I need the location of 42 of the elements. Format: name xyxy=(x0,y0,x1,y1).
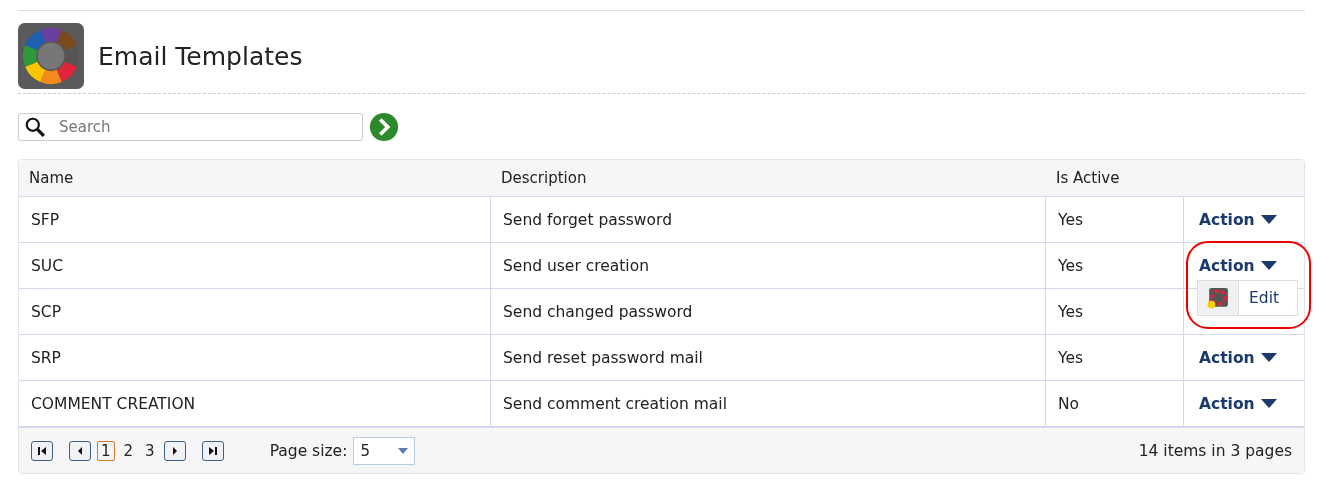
search-icon xyxy=(24,116,46,138)
table-cell: Send reset password mail xyxy=(491,335,1046,380)
search-field[interactable]: Search xyxy=(18,113,363,141)
next-page-button[interactable] xyxy=(163,440,186,461)
table-cell: SRP xyxy=(19,335,491,380)
action-dropdown[interactable]: Action xyxy=(1199,210,1277,229)
table-cell: SFP xyxy=(19,197,491,242)
caret-icon xyxy=(1260,215,1277,224)
caret-icon xyxy=(1260,399,1277,408)
last-page-icon xyxy=(207,445,218,456)
table-cell: Yes xyxy=(1046,335,1184,380)
caret-icon xyxy=(398,447,409,454)
page-size-label: Page size: xyxy=(269,441,348,460)
column-header: Description xyxy=(500,169,588,187)
table-cell: Yes xyxy=(1046,289,1184,334)
last-page-button[interactable] xyxy=(201,440,224,461)
previous-page-button[interactable] xyxy=(69,440,91,461)
action-dropdown[interactable]: Action xyxy=(1199,394,1277,413)
table-cell: Send user creation xyxy=(491,243,1046,288)
action-dropdown[interactable]: Action xyxy=(1199,256,1277,275)
column-header: Is Active xyxy=(1055,169,1121,187)
page-number[interactable]: 2 xyxy=(120,441,137,460)
table-cell: Send changed password xyxy=(491,289,1046,334)
page-title: Email Templates xyxy=(98,41,303,71)
page-number[interactable]: 3 xyxy=(142,441,158,460)
action-dropdown[interactable]: Action xyxy=(1199,348,1277,367)
page-size-dropdown[interactable]: 5 xyxy=(353,436,416,465)
table-cell: SUC xyxy=(19,243,491,288)
app-logo-icon xyxy=(18,23,84,89)
table-cell: Yes xyxy=(1046,197,1184,242)
edit-icon xyxy=(1207,287,1229,309)
first-page-button[interactable] xyxy=(31,440,53,461)
table-cell: SCP xyxy=(19,289,491,334)
table-cell: Send forget password xyxy=(491,197,1046,242)
table-cell: Yes xyxy=(1046,243,1184,288)
go-button[interactable] xyxy=(369,112,399,142)
pager-summary: 14 items in 3 pages xyxy=(1138,441,1292,460)
page-number[interactable]: 1 xyxy=(97,440,115,461)
column-header: Name xyxy=(28,169,75,187)
first-page-icon xyxy=(37,445,47,456)
caret-icon xyxy=(1260,353,1277,362)
caret-icon xyxy=(1260,261,1277,270)
